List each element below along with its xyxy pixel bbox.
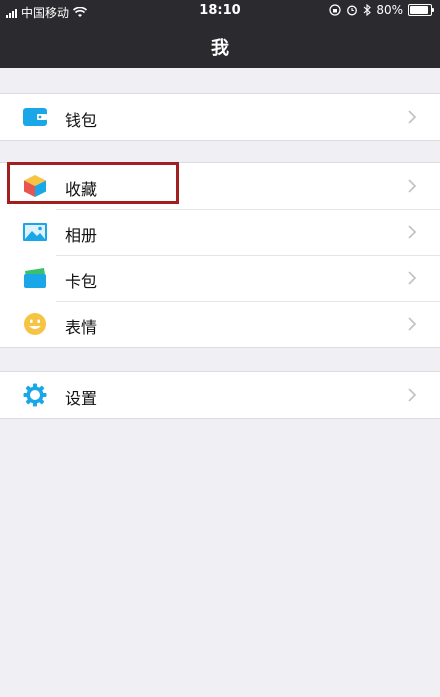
battery-icon [408,4,434,16]
battery-level-fill [410,6,428,14]
menu-item-favorites[interactable]: 收藏 [0,163,440,209]
page-title: 我 [211,38,229,59]
menu-item-wallet[interactable]: 钱包 [0,94,440,140]
chevron-right-icon [408,179,417,193]
favorites-cube-icon [24,175,46,197]
chevron-right-icon [408,317,417,331]
chevron-right-icon [408,271,417,285]
menu-item-label: 钱包 [65,111,98,130]
menu-item-label: 卡包 [65,272,98,291]
menu-group-main: 收藏 相册 卡包 表情 [0,162,440,348]
menu-item-label: 相册 [65,226,98,245]
menu-item-emoji[interactable]: 表情 [0,301,440,347]
menu-item-album[interactable]: 相册 [0,209,440,255]
battery-percent: 80% [376,3,403,17]
settings-gear-icon [23,383,47,407]
chevron-right-icon [408,388,417,402]
emoji-smile-icon [24,313,46,335]
card-bag-icon [24,268,46,288]
chevron-right-icon [408,225,417,239]
status-right: 80% [329,3,434,17]
alarm-icon [347,5,358,16]
bluetooth-icon [363,4,372,16]
wallet-icon [23,108,47,126]
status-bar: 中国移动 18:10 80% [0,0,440,22]
menu-item-settings[interactable]: 设置 [0,372,440,418]
rotation-lock-icon [329,4,341,16]
chevron-right-icon [408,110,417,124]
menu-group-settings: 设置 [0,371,440,419]
menu-item-label: 设置 [65,389,98,408]
menu-item-card-bag[interactable]: 卡包 [0,255,440,301]
menu-group-wallet: 钱包 [0,93,440,141]
menu-item-label: 收藏 [65,180,98,199]
menu-item-label: 表情 [65,318,98,337]
top-bar: 中国移动 18:10 80% 我 [0,0,440,68]
album-picture-icon [23,223,47,241]
